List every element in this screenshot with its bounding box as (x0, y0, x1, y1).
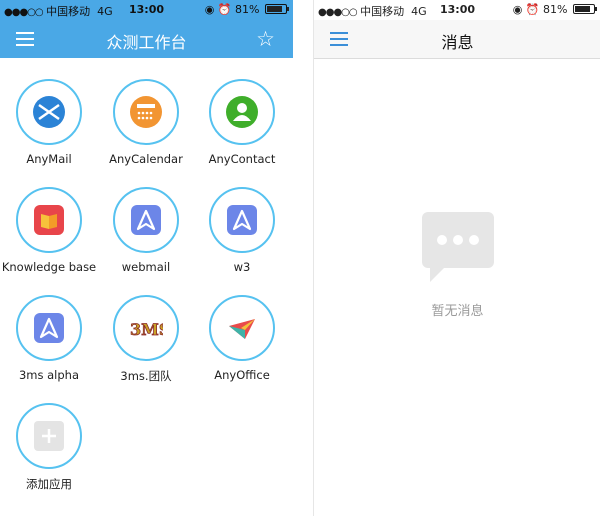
arrow-app-icon (227, 205, 257, 235)
app-icon-ring (16, 295, 82, 361)
battery-percent: 81% (543, 3, 568, 16)
app-label: 添加应用 (26, 477, 72, 491)
status-bar: ●●●○○ 中国移动 4G 13:00 ◉ ⏰ 81% (314, 0, 600, 20)
empty-message-text: 暂无消息 (431, 304, 484, 319)
app-anycalendar[interactable]: AnyCalendar (98, 79, 194, 166)
app-label: 3ms.团队 (120, 369, 172, 383)
battery-icon (265, 4, 289, 14)
app-anycontact[interactable]: AnyContact (194, 79, 290, 166)
app-label: AnyMail (26, 152, 72, 166)
app-3ms-alpha[interactable]: 3ms alpha (1, 295, 97, 382)
3ms-logo-icon: 3MS (130, 320, 163, 340)
calendar-icon (130, 96, 162, 128)
alarm-icon: ⏰ (217, 3, 232, 16)
app-icon-ring (209, 79, 275, 145)
chat-bubble-icon (421, 212, 494, 282)
screen-divider (293, 0, 313, 516)
app-w3[interactable]: w3 (194, 187, 290, 274)
app-icon-ring (16, 79, 82, 145)
book-icon (34, 205, 64, 235)
battery-percent: 81% (235, 3, 260, 16)
app-webmail[interactable]: webmail (98, 187, 194, 274)
app-label: Knowledge base (1, 260, 97, 274)
app-icon-ring (113, 79, 179, 145)
app-icon-ring (209, 295, 275, 361)
app-label: webmail (121, 260, 171, 274)
svg-text:3MS: 3MS (130, 320, 163, 339)
app-icon-ring (113, 187, 179, 253)
arrow-app-icon (131, 205, 161, 235)
app-knowledge-base[interactable]: Knowledge base (1, 187, 97, 274)
mail-icon (33, 96, 65, 128)
favorite-star-icon[interactable]: ☆ (256, 27, 275, 51)
app-label: AnyContact (208, 152, 276, 166)
plus-icon (34, 421, 64, 451)
messages-screen: ●●●○○ 中国移动 4G 13:00 ◉ ⏰ 81% 消息 暂无消息 (313, 0, 600, 516)
alarm-icon: ⏰ (525, 3, 540, 16)
app-label: w3 (233, 260, 251, 274)
app-icon-ring (16, 187, 82, 253)
empty-state: 暂无消息 (314, 210, 600, 319)
add-app-button[interactable]: 添加应用 (1, 403, 97, 492)
rotation-lock-icon: ◉ (512, 3, 523, 16)
app-anymail[interactable]: AnyMail (1, 79, 97, 166)
workbench-screen: ●●●○○ 中国移动 4G 13:00 ◉ ⏰ 81% 众测工作台 ☆ AnyM… (0, 0, 293, 516)
page-title: 消息 (441, 33, 474, 52)
app-label: 3ms alpha (18, 368, 80, 382)
rotation-lock-icon: ◉ (204, 3, 215, 16)
app-3ms-team[interactable]: 3MS 3ms.团队 (98, 295, 194, 384)
arrow-app-icon (34, 313, 64, 343)
paper-plane-icon (229, 319, 255, 339)
status-bar: ●●●○○ 中国移动 4G 13:00 ◉ ⏰ 81% (0, 0, 293, 20)
contact-icon (226, 96, 258, 128)
page-title: 众测工作台 (106, 33, 187, 52)
workbench-navbar: 众测工作台 ☆ (0, 20, 293, 58)
app-icon-ring (209, 187, 275, 253)
app-anyoffice[interactable]: AnyOffice (194, 295, 290, 382)
app-label: AnyCalendar (109, 152, 183, 166)
battery-icon (573, 4, 597, 14)
app-label: AnyOffice (214, 368, 270, 382)
app-icon-ring (16, 403, 82, 469)
app-icon-ring: 3MS (113, 295, 179, 361)
messages-navbar: 消息 (314, 20, 600, 59)
